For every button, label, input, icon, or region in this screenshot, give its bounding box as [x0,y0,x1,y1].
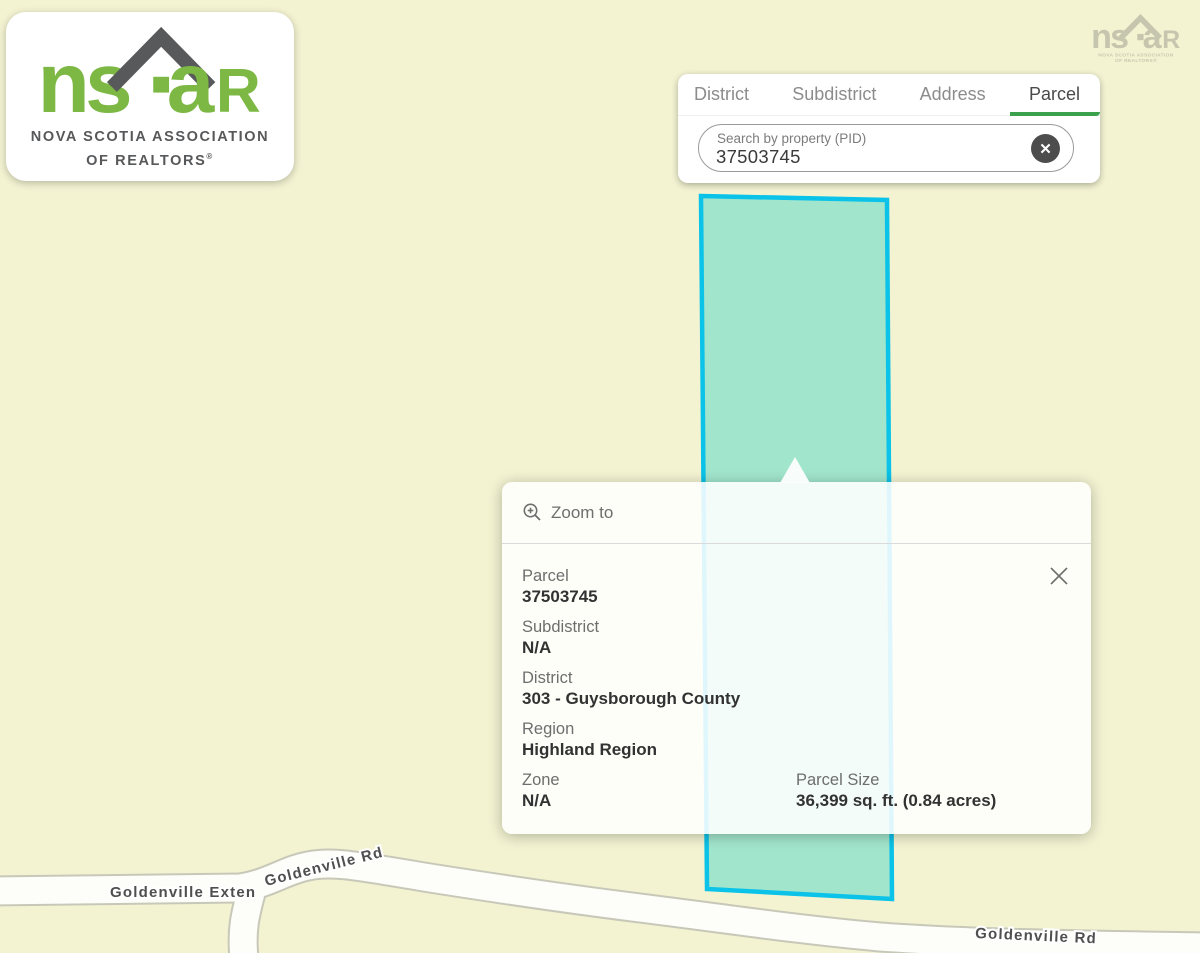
popup-callout-tail [780,457,810,483]
field-value: N/A [522,790,796,811]
field-value: 303 - Guysborough County [522,688,1071,709]
watermark-text-a: a [1143,18,1163,56]
map-application: Goldenville Exten Goldenville Rd Goldenv… [0,0,1200,953]
search-input-placeholder: Search by property (PID) [717,131,866,146]
field-label: Parcel Size [796,771,996,790]
search-tabs: District Subdistrict Address Parcel [678,74,1100,116]
field-value: 36,399 sq. ft. (0.84 acres) [796,790,996,811]
search-input-value[interactable]: 37503745 [716,146,801,168]
search-widget: District Subdistrict Address Parcel Sear… [678,74,1100,183]
field-label: Region [522,720,1071,739]
popup-close-button[interactable] [1047,564,1071,588]
watermark-tagline1: NOVA SCOTIA ASSOCIATION [1098,53,1173,59]
nsar-logo-card: ns a R NOVA SCOTIA ASSOCIATION OF REALTO… [6,12,294,181]
tagline-line2: OF REALTORS® [6,147,294,171]
search-input[interactable]: Search by property (PID) 37503745 ✕ [698,124,1074,172]
clear-search-button[interactable]: ✕ [1031,134,1060,163]
field-parcel-size: Parcel Size 36,399 sq. ft. (0.84 acres) [796,771,996,811]
field-label: District [522,669,1071,688]
tagline-line1: NOVA SCOTIA ASSOCIATION [6,128,294,147]
tab-district[interactable]: District [694,84,749,105]
field-value: 37503745 [522,586,1071,607]
tab-address[interactable]: Address [920,84,986,105]
nsar-logo: ns a R [24,22,276,126]
nsar-watermark-logo: ns a R NOVA SCOTIA ASSOCIATION OF REALTO… [1086,12,1186,64]
popup-body: Parcel 37503745 Subdistrict N/A District… [502,544,1091,822]
field-parcel: Parcel 37503745 [522,567,1071,607]
field-label: Parcel [522,567,1071,586]
field-row-zone-size: Zone N/A Parcel Size 36,399 sq. ft. (0.8… [522,771,1071,822]
field-subdistrict: Subdistrict N/A [522,618,1071,658]
road-label-goldenville-exten: Goldenville Exten [110,884,256,901]
tab-parcel[interactable]: Parcel [1029,84,1080,105]
logo-text-a: a [167,36,216,126]
watermark-text-r: R [1162,27,1180,54]
zoom-in-icon [523,503,542,522]
field-region: Region Highland Region [522,720,1071,760]
clear-x-icon: ✕ [1039,140,1052,158]
popup-header: Zoom to [502,482,1091,544]
field-label: Subdistrict [522,618,1071,637]
field-value: N/A [522,637,1071,658]
zoom-to-button[interactable]: Zoom to [551,503,613,523]
logo-text-r: R [216,57,261,126]
logo-tagline: NOVA SCOTIA ASSOCIATION OF REALTORS® [6,128,294,171]
close-x-icon [1048,565,1070,587]
field-label: Zone [522,771,796,790]
field-district: District 303 - Guysborough County [522,669,1071,709]
tab-subdistrict[interactable]: Subdistrict [792,84,876,105]
field-value: Highland Region [522,739,1071,760]
field-zone: Zone N/A [522,771,796,811]
active-tab-underline [1010,112,1100,116]
parcel-popup: Zoom to Parcel 37503745 Subdistrict N/A … [502,482,1091,834]
